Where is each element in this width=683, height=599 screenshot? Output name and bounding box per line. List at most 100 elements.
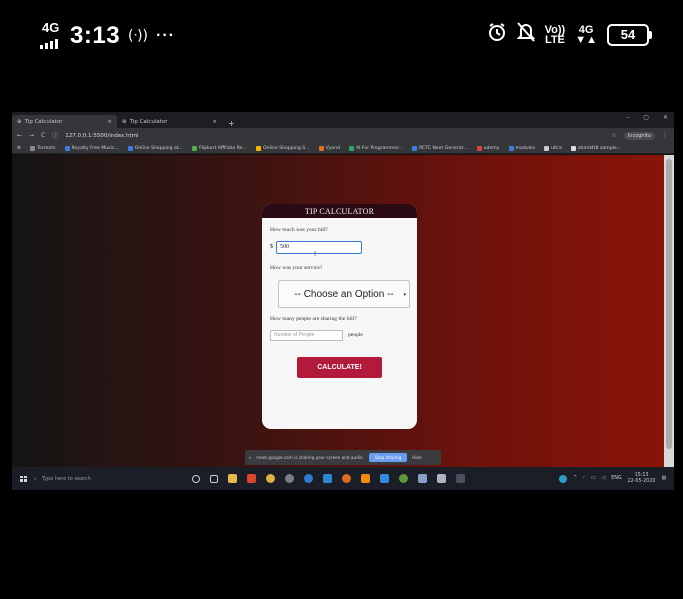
people-count-input[interactable]: Number of People bbox=[270, 330, 343, 341]
currency-symbol: $ bbox=[270, 244, 273, 250]
service-question: How was your service? bbox=[270, 265, 323, 271]
vlc-icon[interactable] bbox=[361, 474, 370, 483]
back-icon[interactable]: ← bbox=[17, 132, 22, 139]
system-tray: ^ ◜ ▭ ◁ ENG 15:13 22-05-2020 ▤ bbox=[559, 473, 674, 485]
globe-icon: ⊕ bbox=[17, 118, 22, 125]
hotspot-icon: (ᐧ)) bbox=[128, 28, 149, 44]
globe-icon: ⊕ bbox=[122, 118, 127, 125]
bookmark-favicon-icon bbox=[476, 145, 482, 151]
bookmark-favicon-icon bbox=[318, 145, 324, 151]
maximize-icon[interactable]: ▢ bbox=[643, 114, 649, 121]
desktop-screen: ⊕ Tip Calculator × ⊕ Tip Calculator × + … bbox=[12, 112, 674, 490]
bookmark-favicon-icon bbox=[348, 145, 354, 151]
bookmark-item[interactable]: ultra bbox=[544, 145, 562, 151]
reload-icon[interactable]: C bbox=[41, 132, 45, 139]
language-indicator[interactable]: ENG bbox=[611, 476, 621, 481]
tip-calculator-card: TIP CALCULATOR How much was your bill? $… bbox=[262, 204, 417, 429]
bookmark-item[interactable]: Royalty Free Music... bbox=[64, 145, 119, 151]
windows-start-icon[interactable] bbox=[20, 475, 27, 482]
tab-tip-calculator-2[interactable]: ⊕ Tip Calculator × bbox=[117, 115, 222, 128]
volume-icon[interactable]: ◁ bbox=[602, 476, 606, 481]
windows-taskbar: ⌕ Type here to search ^ ◜ ▭ ◁ ENG 15:13 … bbox=[12, 467, 674, 490]
app-icon[interactable] bbox=[418, 474, 427, 483]
bookmark-item[interactable]: udemy bbox=[476, 145, 500, 151]
app-icon[interactable] bbox=[456, 474, 465, 483]
chrome-icon[interactable] bbox=[266, 474, 275, 483]
bookmark-item[interactable]: ahmd4t8 sample... bbox=[570, 145, 621, 151]
tab-tip-calculator-1[interactable]: ⊕ Tip Calculator × bbox=[12, 115, 117, 128]
settings-icon[interactable] bbox=[285, 474, 294, 483]
close-window-icon[interactable]: ✕ bbox=[663, 114, 668, 121]
cortana-icon[interactable] bbox=[192, 474, 200, 483]
status-time: 3:13 bbox=[70, 22, 121, 49]
bookmark-favicon-icon bbox=[64, 145, 70, 151]
firefox-icon[interactable] bbox=[342, 474, 351, 483]
card-title: TIP CALCULATOR bbox=[262, 204, 417, 218]
info-icon: ⓘ bbox=[52, 133, 59, 140]
menu-dots-icon[interactable]: ⋮ bbox=[662, 132, 668, 139]
app-icon[interactable] bbox=[437, 474, 446, 483]
star-icon[interactable]: ☆ bbox=[611, 132, 616, 139]
chevron-up-icon[interactable]: ^ bbox=[573, 476, 577, 481]
url-field[interactable]: 127.0.0.1:5500/index.html bbox=[65, 133, 138, 139]
wifi-icon[interactable]: ◜ bbox=[583, 476, 585, 481]
apps-grid-icon[interactable]: ⚙ bbox=[17, 146, 21, 151]
task-view-icon[interactable] bbox=[210, 474, 218, 483]
bookmark-favicon-icon bbox=[255, 145, 261, 151]
text-cursor-icon: I bbox=[314, 250, 317, 258]
office-icon[interactable] bbox=[247, 474, 256, 483]
bookmark-favicon-icon bbox=[508, 145, 514, 151]
close-tab-icon[interactable]: × bbox=[212, 119, 217, 125]
bookmark-favicon-icon bbox=[30, 145, 36, 151]
bell-off-icon bbox=[516, 22, 536, 47]
data-network-icon: 4G ▼▲ bbox=[575, 23, 597, 46]
bookmark-item[interactable]: Torrents bbox=[30, 145, 56, 151]
alarm-clock-icon bbox=[487, 22, 507, 47]
app-icon[interactable] bbox=[399, 474, 408, 483]
bookmark-item[interactable]: RCTC Next Generat... bbox=[412, 145, 468, 151]
network-signal-icon: 4G bbox=[40, 21, 62, 49]
taskbar-search[interactable]: ⌕ Type here to search bbox=[34, 472, 162, 486]
stop-sharing-button[interactable]: Stop sharing bbox=[368, 453, 408, 462]
people-suffix: people bbox=[348, 332, 363, 338]
chevron-down-icon: ▾ bbox=[403, 292, 406, 298]
notifications-icon[interactable]: ▤ bbox=[661, 476, 666, 481]
bill-amount-input[interactable]: 500 bbox=[276, 241, 362, 254]
search-icon: ⌕ bbox=[34, 475, 37, 482]
bookmark-item[interactable]: Flipkart Affiliate Re... bbox=[192, 145, 247, 151]
address-bar: ← → C ⓘ 127.0.0.1:5500/index.html ☆ Inco… bbox=[12, 128, 674, 143]
page-background: TIP CALCULATOR How much was your bill? $… bbox=[12, 155, 664, 467]
forward-icon[interactable]: → bbox=[29, 132, 34, 139]
incognito-profile-button[interactable]: Incognito bbox=[623, 131, 655, 140]
new-tab-button[interactable]: + bbox=[222, 119, 241, 128]
bookmark-item[interactable]: modules bbox=[508, 145, 535, 151]
close-tab-icon[interactable]: × bbox=[107, 119, 112, 125]
file-explorer-icon[interactable] bbox=[228, 474, 237, 483]
bookmark-item[interactable]: AI For Programmer... bbox=[348, 145, 403, 151]
bookmark-item[interactable]: Vyond bbox=[318, 145, 340, 151]
battery-level: 54 bbox=[620, 27, 636, 42]
bookmark-item[interactable]: Online Shopping at... bbox=[127, 145, 183, 151]
phone-status-bar: 4G 3:13 (ᐧ)) ··· Vo)) LTE 4G ▼▲ 54 bbox=[0, 0, 683, 110]
bookmarks-bar: ⚙ Torrents Royalty Free Music... Online Sho… bbox=[12, 143, 674, 154]
battery-icon[interactable]: ▭ bbox=[591, 476, 596, 481]
volte-icon: Vo)) LTE bbox=[544, 23, 566, 46]
hide-banner-button[interactable]: Hide bbox=[412, 455, 422, 460]
battery-icon: 54 bbox=[607, 23, 652, 46]
app-icon[interactable] bbox=[323, 474, 332, 483]
bookmark-favicon-icon bbox=[570, 145, 576, 151]
service-select[interactable]: -- Choose an Option -- ▾ bbox=[278, 280, 410, 308]
bookmark-item[interactable]: Online Shopping S... bbox=[255, 145, 310, 151]
bookmark-favicon-icon bbox=[127, 145, 133, 151]
minimize-icon[interactable]: – bbox=[626, 114, 629, 121]
page-scrollbar[interactable] bbox=[664, 155, 674, 467]
browser-tab-bar: ⊕ Tip Calculator × ⊕ Tip Calculator × + … bbox=[12, 112, 674, 128]
tray-app-icon[interactable] bbox=[559, 474, 568, 483]
taskbar-clock[interactable]: 15:13 22-05-2020 bbox=[628, 473, 656, 485]
screen-share-banner: ⏸ meet.google.com is sharing your screen… bbox=[245, 450, 441, 465]
calculate-button[interactable]: CALCULATE! bbox=[297, 357, 382, 378]
bill-question: How much was your bill? bbox=[270, 227, 328, 233]
edge-icon[interactable] bbox=[304, 474, 313, 483]
vscode-icon[interactable] bbox=[380, 474, 389, 483]
people-question: How many people are sharing the bill? bbox=[270, 316, 357, 322]
